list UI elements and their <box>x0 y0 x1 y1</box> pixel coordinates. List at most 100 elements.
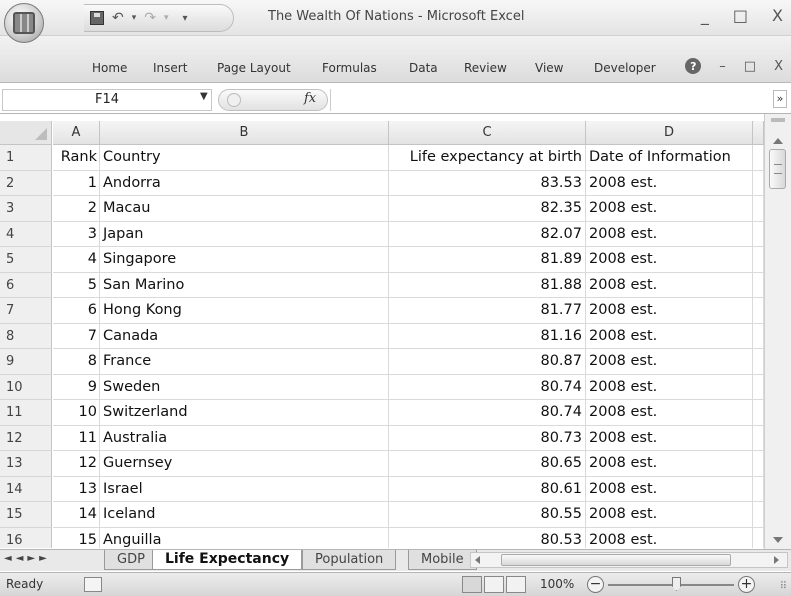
tab-formulas[interactable]: Formulas <box>322 61 377 75</box>
sheet-tab-population[interactable]: Population <box>302 550 397 570</box>
cell-date[interactable]: 2008 est. <box>586 527 753 548</box>
row-header[interactable]: 8 <box>0 323 52 349</box>
sheet-navigation-icons[interactable]: ◄◄►► <box>4 553 51 564</box>
cell-date[interactable]: 2008 est. <box>586 221 753 247</box>
cell-life-expectancy[interactable]: 82.07 <box>389 221 586 247</box>
cell-rank[interactable]: 15 <box>53 527 100 548</box>
cell-life-expectancy[interactable]: 80.53 <box>389 527 586 548</box>
cell-life-expectancy[interactable]: 80.74 <box>389 374 586 400</box>
name-box[interactable]: F14 <box>2 89 212 111</box>
close-button[interactable]: X <box>772 6 783 25</box>
cell-rank[interactable]: 13 <box>53 476 100 502</box>
page-layout-view-button[interactable] <box>484 576 504 593</box>
tab-page-layout[interactable]: Page Layout <box>217 61 291 75</box>
cell-life-expectancy[interactable]: 81.77 <box>389 298 586 324</box>
cell-life-expectancy[interactable]: 81.88 <box>389 272 586 298</box>
column-header-e[interactable] <box>753 121 764 145</box>
cell-life-expectancy[interactable]: 83.53 <box>389 170 586 196</box>
cell-rank[interactable]: 9 <box>53 374 100 400</box>
zoom-in-button[interactable]: + <box>738 576 755 593</box>
customize-qat-icon[interactable]: ▾ <box>183 13 188 24</box>
cell-country[interactable]: Hong Kong <box>100 298 389 324</box>
cell-country[interactable]: Japan <box>100 221 389 247</box>
column-header-c[interactable]: C <box>389 121 586 145</box>
cell-rank[interactable]: Rank <box>53 145 100 171</box>
cell-date[interactable]: 2008 est. <box>586 170 753 196</box>
zoom-level[interactable]: 100% <box>540 577 574 591</box>
cell-life-expectancy[interactable]: 80.61 <box>389 476 586 502</box>
cell-life-expectancy[interactable]: 80.73 <box>389 425 586 451</box>
horizontal-scrollbar[interactable] <box>470 552 788 568</box>
cell-life-expectancy[interactable]: Life expectancy at birth <box>389 145 586 171</box>
row-header[interactable]: 14 <box>0 476 52 502</box>
scroll-right-icon[interactable] <box>774 556 779 564</box>
zoom-slider-track[interactable] <box>608 584 734 586</box>
cell-country[interactable]: Switzerland <box>100 400 389 426</box>
cell-rank[interactable]: 8 <box>53 349 100 375</box>
sheet-tab-mobile[interactable]: Mobile <box>408 550 477 570</box>
undo-icon[interactable]: ↶ <box>112 10 124 26</box>
column-header-b[interactable]: B <box>100 121 389 145</box>
cell-empty[interactable] <box>753 400 764 426</box>
row-header[interactable]: 11 <box>0 400 52 426</box>
cell-rank[interactable]: 10 <box>53 400 100 426</box>
cell-date[interactable]: 2008 est. <box>586 374 753 400</box>
minimize-button[interactable]: _ <box>701 6 709 25</box>
cell-life-expectancy[interactable]: 80.55 <box>389 502 586 528</box>
insert-function-button[interactable]: fx <box>304 91 316 106</box>
row-header[interactable]: 2 <box>0 170 52 196</box>
cell-life-expectancy[interactable]: 80.65 <box>389 451 586 477</box>
cell-country[interactable]: Country <box>100 145 389 171</box>
cell-rank[interactable]: 4 <box>53 247 100 273</box>
cell-rank[interactable]: 12 <box>53 451 100 477</box>
formula-input[interactable] <box>330 89 780 111</box>
maximize-button[interactable]: □ <box>733 6 748 25</box>
cell-empty[interactable] <box>753 451 764 477</box>
resize-grip-icon[interactable]: ⠿ <box>780 581 787 592</box>
cell-country[interactable]: Singapore <box>100 247 389 273</box>
page-break-view-button[interactable] <box>506 576 526 593</box>
cell-rank[interactable]: 5 <box>53 272 100 298</box>
help-icon[interactable]: ? <box>685 58 702 74</box>
cell-date[interactable]: 2008 est. <box>586 476 753 502</box>
cell-date[interactable]: 2008 est. <box>586 247 753 273</box>
cell-life-expectancy[interactable]: 81.89 <box>389 247 586 273</box>
cell-country[interactable]: Israel <box>100 476 389 502</box>
workbook-close-button[interactable]: X <box>774 59 783 74</box>
cell-empty[interactable] <box>753 145 764 171</box>
cell-date[interactable]: 2008 est. <box>586 502 753 528</box>
cell-life-expectancy[interactable]: 81.16 <box>389 323 586 349</box>
column-header-a[interactable]: A <box>53 121 100 145</box>
cell-empty[interactable] <box>753 527 764 548</box>
cell-date[interactable]: 2008 est. <box>586 196 753 222</box>
name-box-dropdown-icon[interactable]: ▼ <box>200 91 208 102</box>
save-icon[interactable] <box>90 11 104 25</box>
tab-insert[interactable]: Insert <box>153 61 187 75</box>
cell-date[interactable]: 2008 est. <box>586 400 753 426</box>
redo-icon[interactable]: ↷ <box>144 10 156 26</box>
cell-rank[interactable]: 11 <box>53 425 100 451</box>
row-header[interactable]: 5 <box>0 247 52 273</box>
column-header-d[interactable]: D <box>586 121 753 145</box>
cell-country[interactable]: Australia <box>100 425 389 451</box>
cell-empty[interactable] <box>753 272 764 298</box>
cell-empty[interactable] <box>753 196 764 222</box>
cell-rank[interactable]: 3 <box>53 221 100 247</box>
cell-rank[interactable]: 7 <box>53 323 100 349</box>
horizontal-scroll-thumb[interactable] <box>501 554 731 566</box>
cell-date[interactable]: 2008 est. <box>586 425 753 451</box>
workbook-minimize-button[interactable]: – <box>719 59 726 74</box>
cell-life-expectancy[interactable]: 80.87 <box>389 349 586 375</box>
cell-empty[interactable] <box>753 221 764 247</box>
cell-empty[interactable] <box>753 170 764 196</box>
undo-dropdown-icon[interactable]: ▾ <box>132 13 137 23</box>
cell-country[interactable]: Iceland <box>100 502 389 528</box>
row-header[interactable]: 4 <box>0 221 52 247</box>
workbook-restore-button[interactable]: □ <box>744 59 756 74</box>
cell-life-expectancy[interactable]: 80.74 <box>389 400 586 426</box>
cell-date[interactable]: 2008 est. <box>586 272 753 298</box>
cell-rank[interactable]: 6 <box>53 298 100 324</box>
sheet-tab-gdp[interactable]: GDP <box>104 550 158 570</box>
zoom-slider-thumb[interactable] <box>672 577 681 591</box>
tab-home[interactable]: Home <box>92 61 127 75</box>
